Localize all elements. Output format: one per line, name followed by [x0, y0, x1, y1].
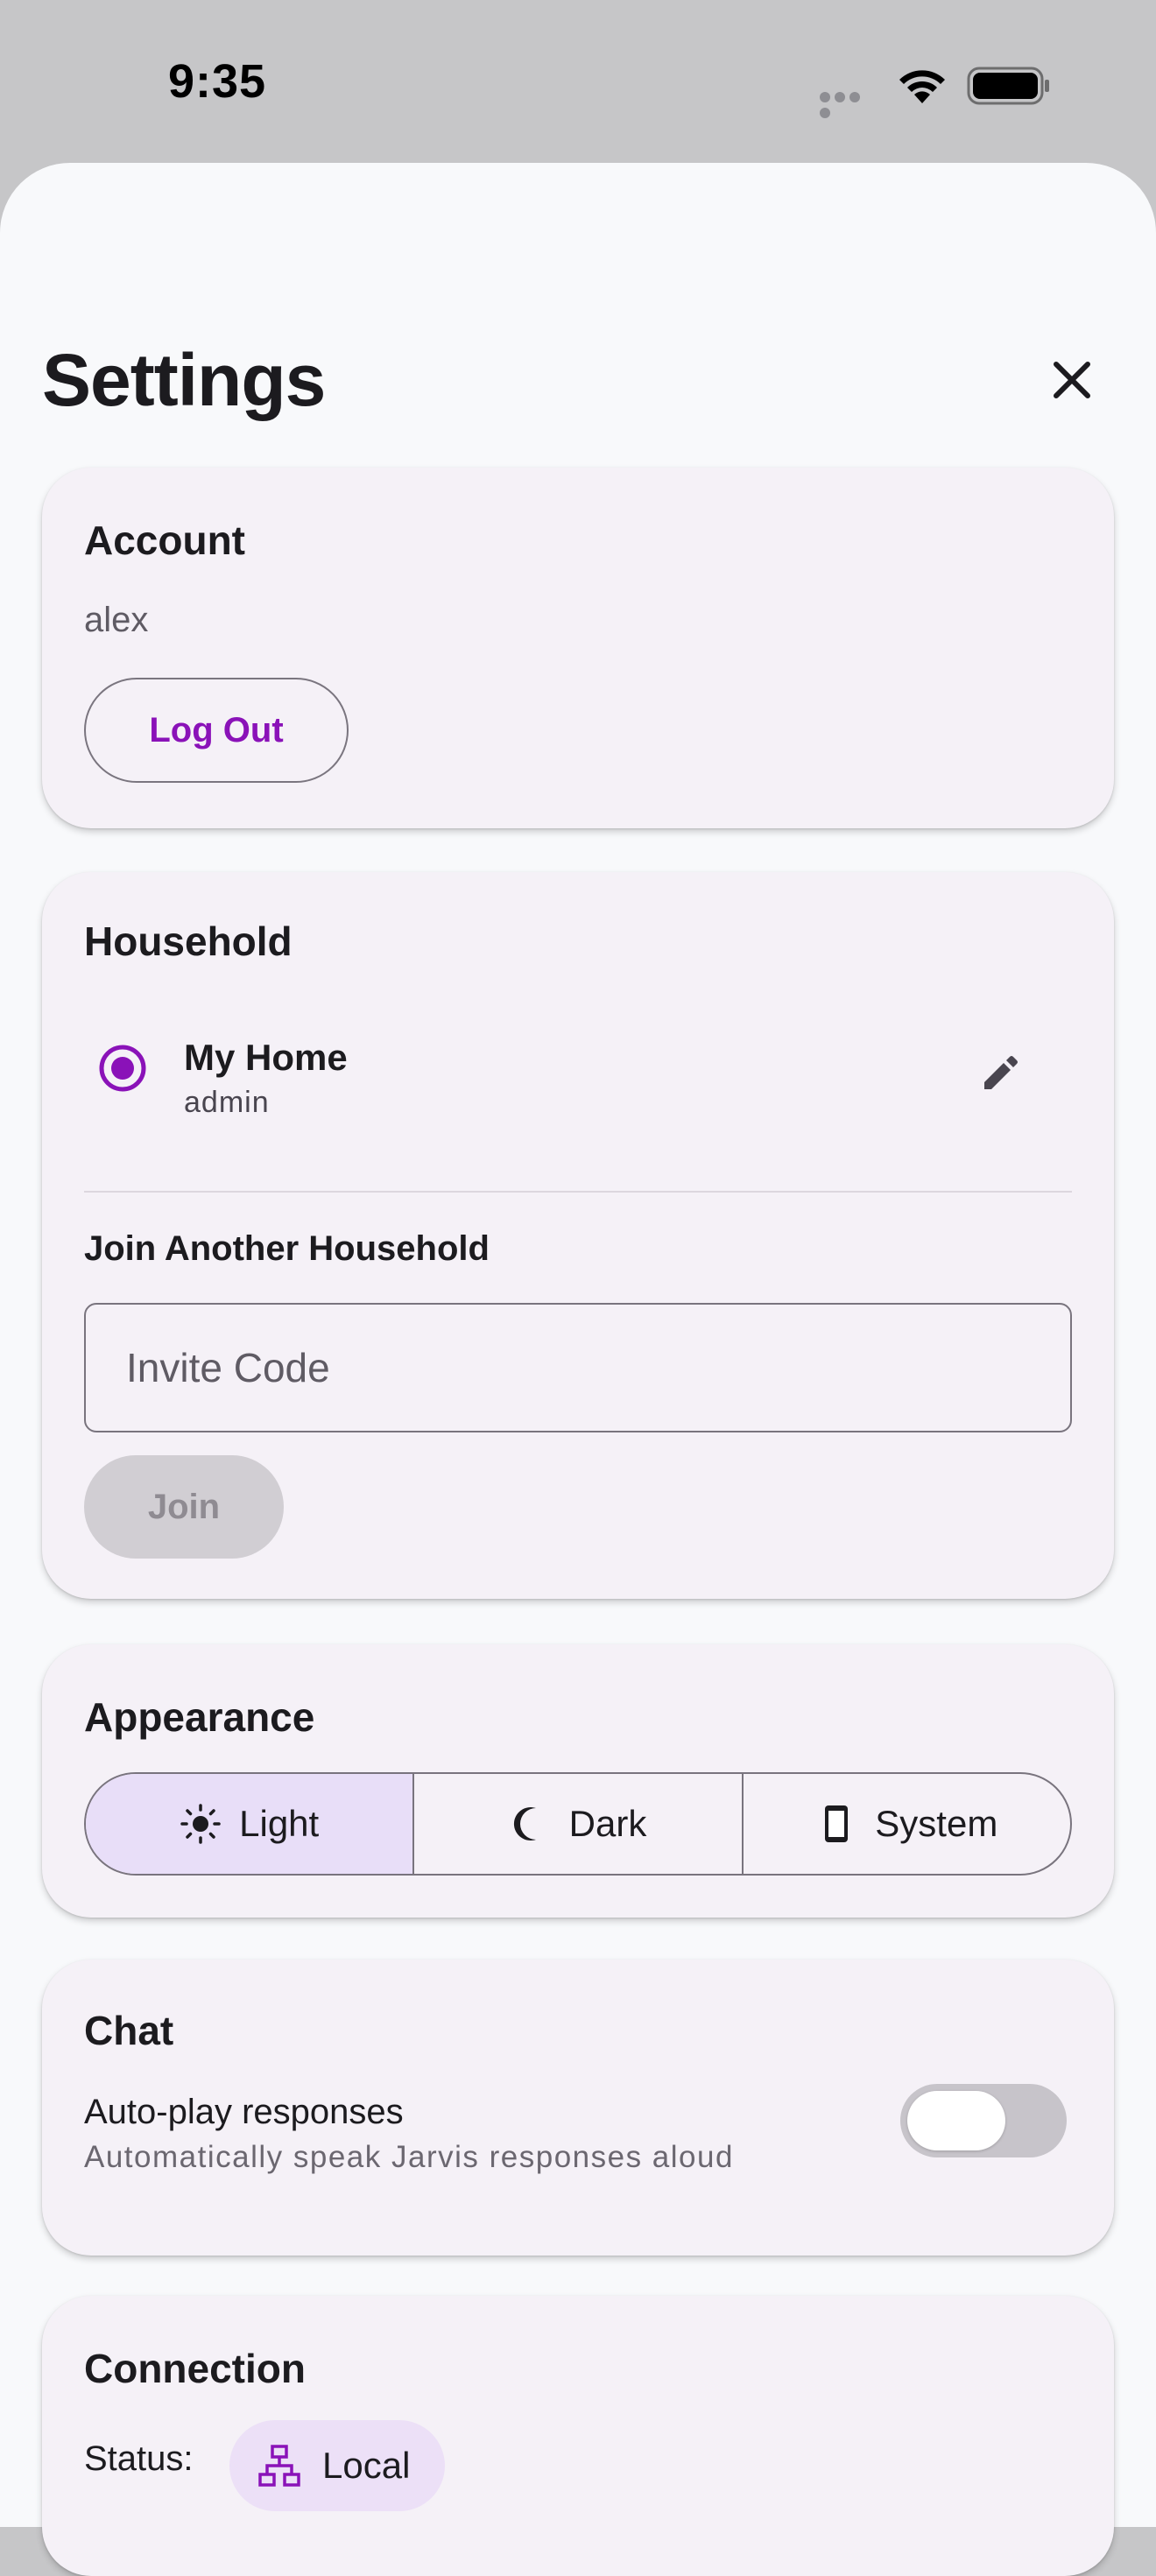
theme-segmented-control: Light Dark System: [84, 1772, 1072, 1876]
status-bar: 9:35: [0, 0, 1156, 163]
network-icon: [258, 2445, 300, 2487]
theme-label-system: System: [875, 1803, 998, 1844]
autoplay-title: Auto-play responses: [84, 2093, 404, 2131]
connection-title: Connection: [84, 2346, 306, 2391]
autoplay-toggle[interactable]: [900, 2084, 1067, 2157]
join-household-title: Join Another Household: [84, 1229, 490, 1268]
sun-icon: [180, 1804, 221, 1844]
join-button[interactable]: Join: [84, 1455, 284, 1559]
account-title: Account: [84, 517, 245, 563]
theme-label-dark: Dark: [568, 1803, 647, 1844]
appearance-title: Appearance: [84, 1694, 315, 1740]
invite-code-input[interactable]: [84, 1303, 1072, 1432]
battery-icon: [967, 67, 1049, 105]
wifi-icon: [899, 70, 945, 103]
divider: [84, 1191, 1072, 1193]
household-title: Household: [84, 918, 293, 964]
chat-card: Chat Auto-play responses Automatically s…: [42, 1960, 1114, 2256]
connection-status-value: Local: [322, 2445, 411, 2486]
moon-icon: [513, 1807, 536, 1841]
page-title: Settings: [42, 339, 326, 421]
theme-label-light: Light: [239, 1803, 320, 1844]
signal-dots-icon: [820, 91, 878, 118]
household-role: admin: [184, 1086, 270, 1119]
theme-option-system[interactable]: System: [741, 1774, 1070, 1874]
household-card: Household My Home admin Join Another Hou…: [42, 872, 1114, 1599]
theme-option-light[interactable]: Light: [86, 1774, 413, 1874]
logout-button[interactable]: Log Out: [84, 678, 349, 783]
status-time: 9:35: [168, 55, 267, 108]
connection-status-label: Status:: [84, 2439, 194, 2478]
phone-icon: [825, 1805, 849, 1842]
account-username: alex: [84, 601, 149, 639]
connection-status-chip: Local: [229, 2420, 446, 2511]
connection-card: Connection Status: Local: [42, 2296, 1114, 2576]
toggle-knob: [907, 2091, 1005, 2150]
radio-selected-icon[interactable]: [98, 1044, 147, 1093]
theme-option-dark[interactable]: Dark: [412, 1774, 741, 1874]
chat-title: Chat: [84, 2008, 174, 2053]
pencil-icon[interactable]: [979, 1052, 1021, 1094]
household-name: My Home: [184, 1037, 348, 1078]
autoplay-subtitle: Automatically speak Jarvis responses alo…: [84, 2140, 734, 2174]
appearance-card: Appearance Light Dark System: [42, 1644, 1114, 1918]
close-icon[interactable]: [1040, 348, 1103, 412]
